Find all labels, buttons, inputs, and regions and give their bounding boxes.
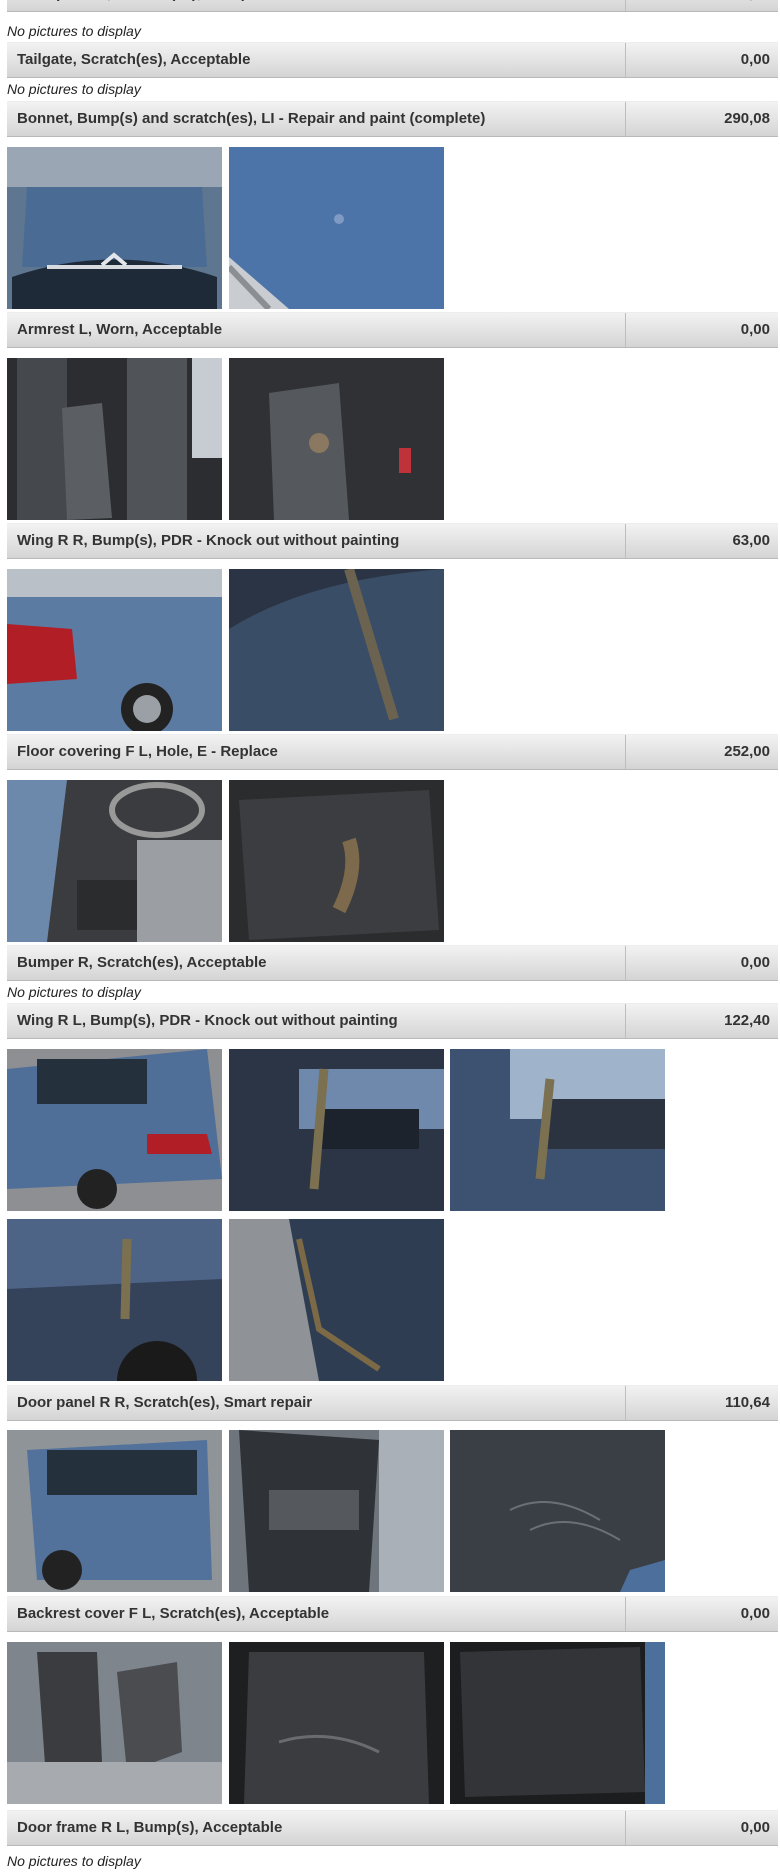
armrest-closeup-photo xyxy=(229,358,444,520)
damage-photo-thumbnail[interactable] xyxy=(229,569,444,731)
floor-covering-photo xyxy=(7,780,222,942)
damage-cost: 122,40 xyxy=(724,1012,770,1029)
damage-photo-thumbnail[interactable] xyxy=(450,1049,665,1211)
damage-item-row: Armrest L, Worn, Acceptable 0,00 xyxy=(7,312,778,348)
damage-photo-thumbnail[interactable] xyxy=(450,1430,665,1592)
damage-photo-thumbnail[interactable] xyxy=(7,1430,222,1592)
no-pictures-label: No pictures to display xyxy=(7,23,141,39)
damage-item-row: Floor covering F L, Hole, E - Replace 25… xyxy=(7,734,778,770)
wing-reflection-photo xyxy=(229,1049,444,1211)
damage-cost: 290,08 xyxy=(724,110,770,127)
damage-cost: 0,00 xyxy=(740,1605,770,1622)
damage-photo-thumbnail[interactable] xyxy=(229,147,444,309)
damage-photo-thumbnail[interactable] xyxy=(229,1049,444,1211)
damage-photo-thumbnail[interactable] xyxy=(229,780,444,942)
damage-item-row: Door pillar R, Scratch(es), Acceptable 0… xyxy=(7,0,778,12)
damage-description: Bonnet, Bump(s) and scratch(es), LI - Re… xyxy=(7,102,626,136)
no-pictures-label: No pictures to display xyxy=(7,984,141,1000)
damage-photo-thumbnail[interactable] xyxy=(7,1642,222,1804)
damage-description: Floor covering F L, Hole, E - Replace xyxy=(7,735,626,769)
bonnet-closeup-photo xyxy=(229,147,444,309)
damage-item-row: Door frame R L, Bump(s), Acceptable 0,00 xyxy=(7,1810,778,1846)
damage-description: Door panel R R, Scratch(es), Smart repai… xyxy=(7,1386,626,1420)
damage-description: Door pillar R, Scratch(es), Acceptable xyxy=(7,0,626,11)
backrest-closeup-photo xyxy=(450,1642,665,1804)
damage-description: Door frame R L, Bump(s), Acceptable xyxy=(7,1811,626,1845)
damage-cost: 0,00 xyxy=(740,954,770,971)
door-open-photo xyxy=(229,1430,444,1592)
bonnet-front-photo xyxy=(7,147,222,309)
damage-photo-thumbnail[interactable] xyxy=(7,1049,222,1211)
damage-item-row: Wing R L, Bump(s), PDR - Knock out witho… xyxy=(7,1003,778,1039)
damage-item-row: Backrest cover F L, Scratch(es), Accepta… xyxy=(7,1596,778,1632)
damage-description: Wing R L, Bump(s), PDR - Knock out witho… xyxy=(7,1004,626,1038)
rear-wing-closeup-photo xyxy=(229,569,444,731)
damage-report: Door pillar R, Scratch(es), Acceptable 0… xyxy=(0,0,780,1876)
damage-item-row: Bonnet, Bump(s) and scratch(es), LI - Re… xyxy=(7,101,778,137)
damage-description: Tailgate, Scratch(es), Acceptable xyxy=(7,43,626,77)
damage-photo-thumbnail[interactable] xyxy=(7,147,222,309)
damage-photo-thumbnail[interactable] xyxy=(7,358,222,520)
damage-photo-thumbnail[interactable] xyxy=(7,569,222,731)
damage-item-row: Bumper R, Scratch(es), Acceptable 0,00 xyxy=(7,945,778,981)
damage-item-row: Door panel R R, Scratch(es), Smart repai… xyxy=(7,1385,778,1421)
damage-item-row: Tailgate, Scratch(es), Acceptable 0,00 xyxy=(7,42,778,78)
door-scratch-closeup-photo xyxy=(450,1430,665,1592)
damage-description: Bumper R, Scratch(es), Acceptable xyxy=(7,946,626,980)
damage-photo-thumbnail[interactable] xyxy=(229,1219,444,1381)
damage-cost: 0,00 xyxy=(740,1819,770,1836)
damage-cost: 0,00 xyxy=(740,51,770,68)
car-rear-left-photo xyxy=(7,1049,222,1211)
floor-hole-closeup-photo xyxy=(229,780,444,942)
damage-item-row: Wing R R, Bump(s), PDR - Knock out witho… xyxy=(7,523,778,559)
no-pictures-label: No pictures to display xyxy=(7,81,141,97)
damage-photo-thumbnail[interactable] xyxy=(7,780,222,942)
damage-cost: 63,00 xyxy=(732,532,770,549)
damage-photo-thumbnail[interactable] xyxy=(7,1219,222,1381)
damage-photo-thumbnail[interactable] xyxy=(229,358,444,520)
wing-closeup-photo xyxy=(450,1049,665,1211)
damage-photo-thumbnail[interactable] xyxy=(229,1642,444,1804)
seats-photo xyxy=(7,1642,222,1804)
car-side-photo xyxy=(7,1430,222,1592)
damage-cost: 0,00 xyxy=(626,0,778,11)
damage-cost: 252,00 xyxy=(724,743,770,760)
damage-description: Armrest L, Worn, Acceptable xyxy=(7,313,626,347)
damage-description: Backrest cover F L, Scratch(es), Accepta… xyxy=(7,1597,626,1631)
armrest-photo xyxy=(7,358,222,520)
damage-cost: 0,00 xyxy=(740,321,770,338)
damage-photo-thumbnail[interactable] xyxy=(229,1430,444,1592)
backrest-photo xyxy=(229,1642,444,1804)
rear-wing-photo xyxy=(7,569,222,731)
no-pictures-label: No pictures to display xyxy=(7,1853,141,1869)
damage-cost: 110,64 xyxy=(724,1394,770,1411)
wing-side-photo xyxy=(7,1219,222,1381)
damage-photo-thumbnail[interactable] xyxy=(450,1642,665,1804)
wing-detail-photo xyxy=(229,1219,444,1381)
damage-description: Wing R R, Bump(s), PDR - Knock out witho… xyxy=(7,524,626,558)
